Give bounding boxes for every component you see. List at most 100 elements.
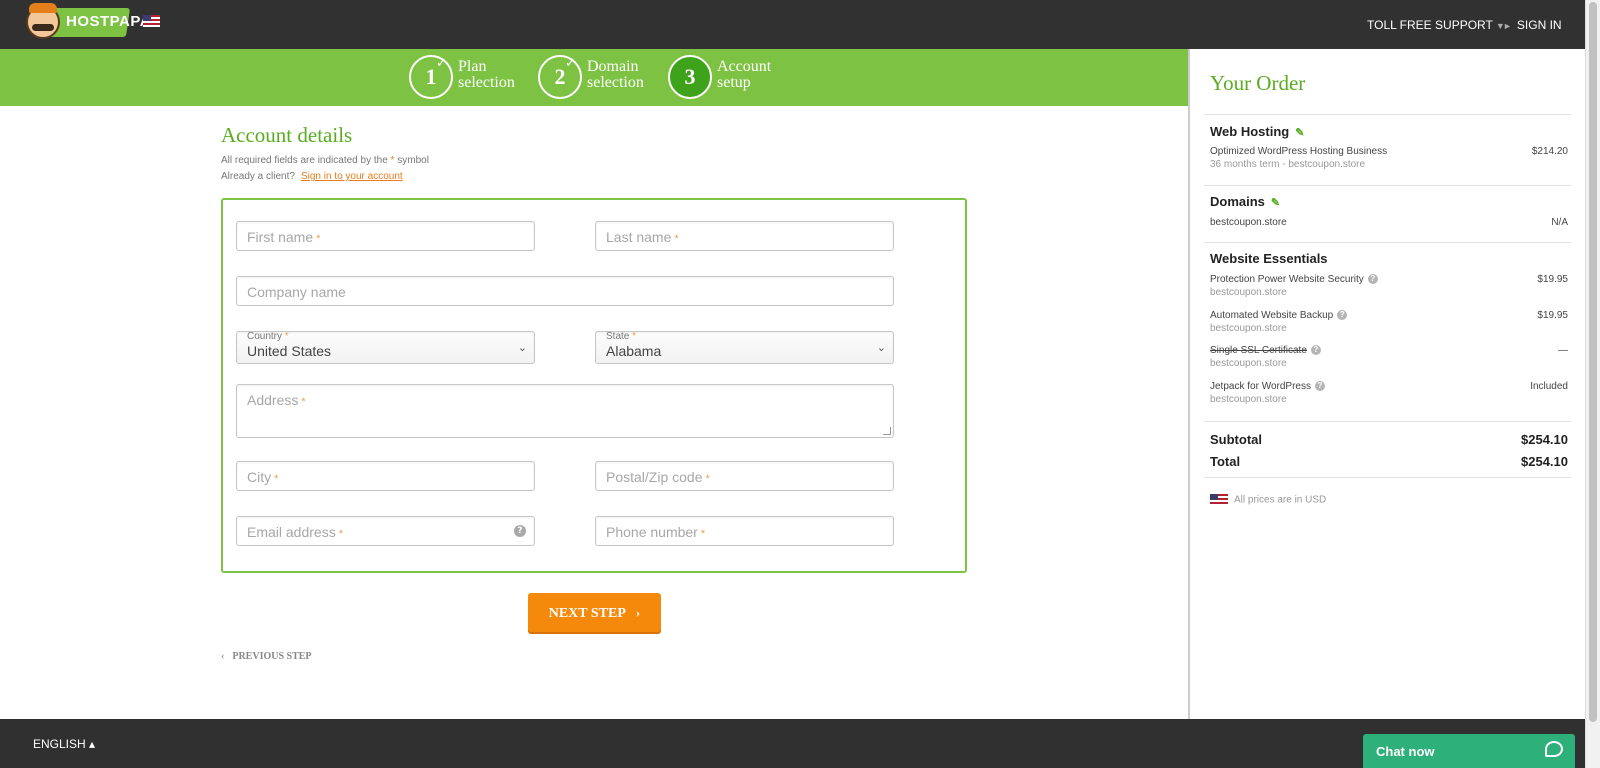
essential-item-price: — (1558, 345, 1568, 356)
country-label-text: Country (247, 331, 283, 342)
already-client-note: Already a client? Sign in to your account (221, 171, 403, 182)
essential-item-name: Jetpack for WordPress? (1210, 381, 1325, 392)
play-arrow-icon: ► (1503, 21, 1512, 31)
footer-bar: ENGLISH ▴ (0, 719, 1585, 768)
previous-step-label: PREVIOUS STEP (232, 651, 312, 662)
address-textarea[interactable]: Address * (236, 384, 894, 438)
step-label-line1: Plan (458, 58, 487, 75)
checkmark-icon: ✓ (436, 56, 447, 71)
subtotal-value: $254.10 (1521, 432, 1568, 447)
help-question-icon[interactable]: ? (514, 525, 526, 537)
help-question-icon[interactable]: ? (1337, 310, 1348, 321)
last-name-placeholder: Last name * (606, 229, 679, 245)
postal-code-placeholder-text: Postal/Zip code (606, 469, 703, 485)
email-input[interactable]: Email address * ? (236, 516, 535, 546)
domain-price: N/A (1551, 217, 1568, 228)
state-label: State * (606, 331, 636, 342)
previous-step-link[interactable]: ‹ PREVIOUS STEP (221, 651, 312, 662)
essential-item-label: Protection Power Website Security (1210, 274, 1364, 285)
web-hosting-item: Optimized WordPress Hosting Business (1210, 146, 1388, 157)
state-value: Alabama (606, 343, 662, 359)
step-number-circle-active: 3 (668, 55, 712, 99)
company-name-input[interactable]: Company name (236, 276, 894, 306)
essential-item-label-strikethrough: Single SSL Certificate (1210, 345, 1307, 356)
chevron-right-icon: › (635, 605, 641, 620)
required-star: * (301, 396, 306, 408)
phone-input[interactable]: Phone number * (595, 516, 894, 546)
essential-item-price: $19.95 (1537, 274, 1568, 285)
domain-item: bestcoupon.store (1210, 217, 1287, 228)
phone-placeholder: Phone number * (606, 524, 705, 540)
help-question-icon[interactable]: ? (1314, 381, 1325, 392)
chevron-down-icon: ⌄ (517, 341, 527, 354)
step-label-line2: selection (587, 74, 644, 91)
order-summary-panel: Your Order Web Hosting ✎ Optimized WordPr… (1188, 49, 1585, 719)
web-hosting-term: 36 months term - bestcoupon.store (1210, 159, 1366, 170)
phone-placeholder-text: Phone number (606, 524, 698, 540)
divider (1204, 185, 1571, 186)
required-star: * (390, 155, 395, 166)
sign-in-link[interactable]: ► SIGN IN (1503, 18, 1562, 32)
required-star: * (274, 473, 279, 485)
page-scrollbar[interactable] (1585, 0, 1600, 768)
caret-up-icon: ▴ (89, 737, 96, 751)
first-name-placeholder: First name * (247, 229, 320, 245)
essential-item-label: Automated Website Backup (1210, 310, 1334, 321)
last-name-input[interactable]: Last name * (595, 221, 894, 251)
edit-pencil-icon[interactable]: ✎ (1295, 127, 1304, 139)
currency-note: All prices are in USD (1210, 494, 1326, 506)
country-value: United States (247, 343, 332, 359)
step-label-line1: Account (717, 58, 772, 75)
step-label: Domain selection (587, 59, 644, 91)
city-placeholder: City * (247, 469, 278, 485)
essential-item-name: Automated Website Backup? (1210, 310, 1348, 321)
step-label-line2: setup (717, 74, 751, 91)
logo-mustache-icon (32, 24, 54, 31)
step-label-line1: Domain (587, 58, 639, 75)
address-placeholder: Address * (247, 392, 306, 408)
divider (1204, 242, 1571, 243)
required-star: * (632, 331, 637, 342)
country-select[interactable]: Country * United States ⌄ (236, 331, 535, 364)
top-navigation-bar: HOSTPAPA TOLL FREE SUPPORT ▼ ► SIGN IN (0, 0, 1585, 49)
next-step-button[interactable]: NEXT STEP › (528, 593, 661, 632)
logo-hat-icon (29, 3, 57, 13)
required-note-suffix: symbol (397, 155, 429, 166)
checkmark-icon: ✓ (565, 56, 576, 71)
sign-in-label: SIGN IN (1516, 18, 1562, 32)
domains-section-title: Domains ✎ (1210, 194, 1280, 209)
country-label: Country * (247, 331, 289, 342)
city-input[interactable]: City * (236, 461, 535, 491)
already-client-label: Already a client? (221, 171, 295, 182)
essential-item-price: $19.95 (1537, 310, 1568, 321)
your-order-title: Your Order (1210, 71, 1306, 95)
hostpapa-logo[interactable]: HOSTPAPA (26, 3, 151, 43)
help-question-icon[interactable]: ? (1367, 274, 1378, 285)
scrollbar-thumb[interactable] (1589, 2, 1597, 722)
web-hosting-title-text: Web Hosting (1210, 124, 1290, 139)
language-selector[interactable]: ENGLISH ▴ (33, 737, 95, 751)
sign-in-to-account-link[interactable]: Sign in to your account (301, 171, 403, 182)
chevron-down-icon: ⌄ (876, 341, 886, 354)
us-flag-icon (1210, 494, 1228, 506)
step-label: Plan selection (458, 59, 515, 91)
chat-now-label: Chat now (1376, 744, 1435, 759)
essential-item-domain: bestcoupon.store (1210, 323, 1287, 334)
postal-code-placeholder: Postal/Zip code * (606, 469, 710, 485)
us-flag-icon[interactable] (143, 15, 160, 27)
postal-code-input[interactable]: Postal/Zip code * (595, 461, 894, 491)
required-star: * (700, 528, 706, 540)
edit-pencil-icon[interactable]: ✎ (1271, 197, 1280, 209)
required-star: * (338, 528, 343, 540)
last-name-placeholder-text: Last name (606, 229, 672, 245)
chat-now-button[interactable]: Chat now (1363, 734, 1575, 768)
state-select[interactable]: State * Alabama ⌄ (595, 331, 894, 364)
first-name-input[interactable]: First name * (236, 221, 535, 251)
toll-free-support-menu[interactable]: TOLL FREE SUPPORT ▼ (1367, 18, 1505, 32)
essential-item-name: Single SSL Certificate? (1210, 345, 1321, 356)
divider (1204, 477, 1571, 478)
website-essentials-section-title: Website Essentials (1210, 251, 1328, 266)
help-question-icon[interactable]: ? (1310, 345, 1321, 356)
resize-handle-icon[interactable] (883, 427, 891, 435)
city-placeholder-text: City (247, 469, 272, 485)
